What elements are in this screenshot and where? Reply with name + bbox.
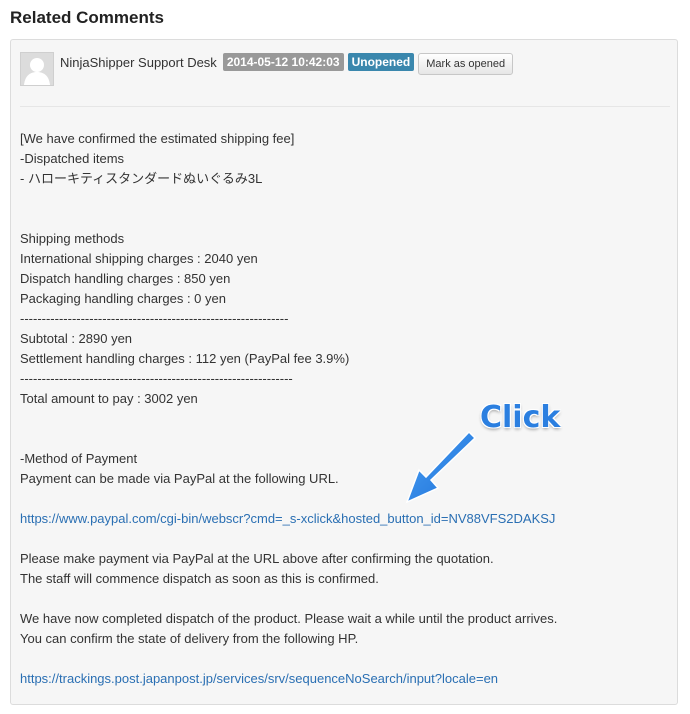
comment-line: [20, 529, 670, 549]
mark-as-opened-button[interactable]: Mark as opened: [418, 53, 514, 75]
comment-header: NinjaShipper Support Desk 2014-05-12 10:…: [20, 52, 660, 86]
comment-line: Dispatch handling charges : 850 yen: [20, 271, 231, 286]
comment-date-badge: 2014-05-12 10:42:03: [222, 53, 344, 71]
comment-line: Packaging handling charges : 0 yen: [20, 291, 226, 306]
comment-line: -Dispatched items: [20, 151, 125, 166]
click-label: Click: [480, 400, 561, 435]
comment-line: [20, 589, 670, 609]
comment-line: Shipping methods: [20, 231, 125, 246]
comment-line: ----------------------------------------…: [20, 311, 289, 326]
comment-line: Subtotal : 2890 yen: [20, 331, 133, 346]
status-badge: Unopened: [347, 53, 415, 71]
comment-line: International shipping charges : 2040 ye…: [20, 251, 258, 266]
comment-line: The staff will commence dispatch as soon…: [20, 571, 379, 586]
section-title: Related Comments: [10, 8, 164, 27]
comment-line: [20, 649, 670, 669]
comment-panel: NinjaShipper Support Desk 2014-05-12 10:…: [10, 39, 678, 705]
comment-line: You can confirm the state of delivery fr…: [20, 631, 359, 646]
comment-line: - ハローキティスタンダードぬいぐるみ3L: [20, 171, 263, 186]
comment-line: Please make payment via PayPal at the UR…: [20, 551, 494, 566]
tracking-link[interactable]: https://trackings.post.japanpost.jp/serv…: [20, 671, 498, 686]
comment-line: Settlement handling charges : 112 yen (P…: [20, 351, 350, 366]
comment-line: We have now completed dispatch of the pr…: [20, 611, 558, 626]
click-annotation: Click: [395, 390, 595, 520]
comment-author: NinjaShipper Support Desk: [60, 54, 217, 70]
comment-line: [We have confirmed the estimated shippin…: [20, 131, 295, 146]
comment-line: [20, 209, 670, 229]
tracking-link-line: https://trackings.post.japanpost.jp/serv…: [20, 669, 670, 689]
header-divider: [20, 106, 670, 107]
user-silhouette-icon: [20, 52, 54, 86]
comment-line: ----------------------------------------…: [20, 371, 293, 386]
comment-line: [20, 189, 670, 209]
